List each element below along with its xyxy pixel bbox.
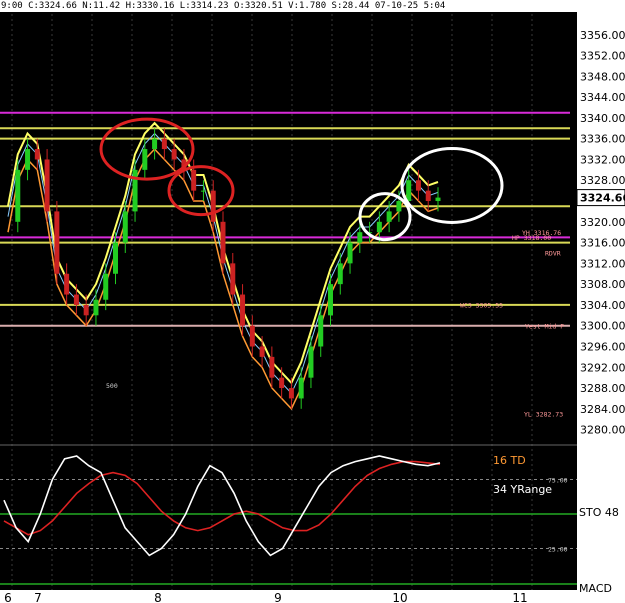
candle-body bbox=[161, 138, 167, 150]
y-tick-label: 3356.00 bbox=[580, 29, 625, 42]
price-chart[interactable]: YH 3316.76HP 3318.00RDVRWC3 3305.55Yest … bbox=[0, 0, 625, 603]
x-tick-label: 7 bbox=[34, 591, 42, 603]
candle-body bbox=[406, 180, 412, 202]
candle-body bbox=[220, 221, 226, 264]
td-label: 16 TD bbox=[493, 454, 526, 467]
candle-body bbox=[337, 263, 343, 285]
candle-body bbox=[376, 221, 382, 233]
y-tick-label: 3320.00 bbox=[580, 216, 625, 229]
candle-body bbox=[122, 211, 128, 243]
annotation-label: YL 3282.73 bbox=[524, 411, 563, 419]
candle-body bbox=[44, 159, 50, 212]
yrange-label: 34 YRange bbox=[493, 483, 552, 496]
candle-body bbox=[191, 169, 197, 191]
y-tick-label: 3336.00 bbox=[580, 133, 625, 146]
x-axis-panel bbox=[0, 590, 577, 603]
x-tick-label: 9 bbox=[274, 591, 282, 603]
y-tick-label: 3308.00 bbox=[580, 278, 625, 291]
candle-body bbox=[328, 284, 333, 316]
y-tick-label: 3284.00 bbox=[580, 403, 625, 416]
annotation-label: Yest Mid P bbox=[525, 322, 564, 330]
candle-body bbox=[298, 377, 304, 399]
y-tick-label: 3312.00 bbox=[580, 257, 625, 270]
x-tick-label: 11 bbox=[512, 591, 527, 603]
candle-body bbox=[64, 273, 70, 295]
last-price-label: 3324.66 bbox=[580, 192, 625, 205]
candle-body bbox=[279, 377, 285, 389]
candle-body bbox=[200, 190, 206, 192]
stoch-level-25: 25.00 bbox=[548, 546, 568, 554]
candle-body bbox=[152, 138, 158, 150]
candle-body bbox=[435, 197, 441, 202]
candle-body bbox=[15, 169, 21, 222]
y-tick-label: 3296.00 bbox=[580, 340, 625, 353]
annotation-label: RDVR bbox=[545, 250, 561, 258]
macd-label: MACD bbox=[579, 582, 612, 595]
y-tick-label: 3300.00 bbox=[580, 320, 625, 333]
y-tick-label: 3316.00 bbox=[580, 237, 625, 250]
candle-body bbox=[318, 315, 324, 347]
y-tick-label: 3332.00 bbox=[580, 153, 625, 166]
candle-body bbox=[93, 299, 99, 316]
candle-body bbox=[308, 346, 314, 378]
candle-body bbox=[425, 190, 431, 202]
x-axis-ticks: 6 7 8 9 10 11 bbox=[0, 590, 577, 603]
candle-body bbox=[347, 242, 353, 264]
y-tick-label: 3288.00 bbox=[580, 382, 625, 395]
candle-body bbox=[83, 304, 89, 316]
y-tick-label: 3352.00 bbox=[580, 50, 625, 63]
y-tick-label: 3304.00 bbox=[580, 299, 625, 312]
candle-body bbox=[415, 180, 421, 191]
candle-body bbox=[142, 149, 148, 170]
candle-body bbox=[210, 190, 216, 222]
candle-body bbox=[230, 263, 236, 295]
annotation-label: HP 3318.00 bbox=[512, 234, 551, 242]
candle-body bbox=[386, 211, 392, 222]
candle-body bbox=[269, 356, 275, 378]
candle-body bbox=[25, 149, 31, 170]
sto-label: STO 48 bbox=[579, 506, 619, 519]
candle-body bbox=[396, 201, 402, 212]
x-tick-label: 10 bbox=[392, 591, 407, 603]
y-tick-label: 3344.00 bbox=[580, 91, 625, 104]
candle-body bbox=[132, 169, 138, 212]
candle-body bbox=[54, 211, 60, 274]
y-tick-label: 3292.00 bbox=[580, 361, 625, 374]
annotation-label: WC3 3305.55 bbox=[460, 302, 503, 310]
candle-body bbox=[249, 325, 255, 347]
candle-body bbox=[357, 232, 363, 243]
x-tick-label: 8 bbox=[154, 591, 162, 603]
annotation-label: 500 bbox=[106, 382, 118, 390]
candle-body bbox=[240, 294, 246, 326]
candle-body bbox=[73, 294, 79, 305]
y-tick-label: 3280.00 bbox=[580, 424, 625, 437]
y-tick-label: 3348.00 bbox=[580, 70, 625, 83]
candle-body bbox=[113, 242, 118, 274]
candle-body bbox=[288, 388, 294, 399]
y-tick-label: 3340.00 bbox=[580, 112, 625, 125]
x-tick-label: 6 bbox=[4, 591, 12, 603]
candle-body bbox=[171, 149, 177, 160]
candle-body bbox=[34, 149, 40, 160]
y-tick-label: 3328.00 bbox=[580, 174, 625, 187]
candle-body bbox=[103, 273, 109, 300]
candle-body bbox=[259, 346, 265, 357]
